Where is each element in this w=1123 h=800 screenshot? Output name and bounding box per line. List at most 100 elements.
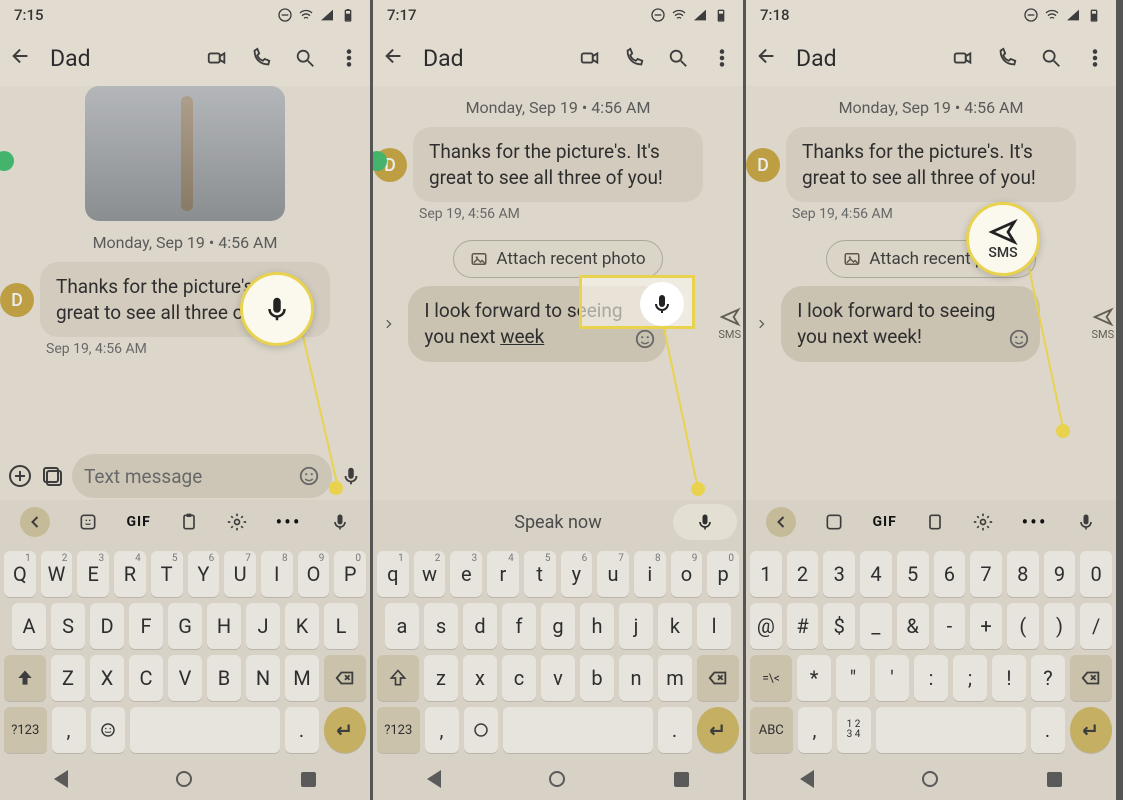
key-N[interactable]: N <box>246 655 280 701</box>
kbd-mic-icon[interactable] <box>1076 512 1096 532</box>
enter-key[interactable] <box>697 707 740 753</box>
gear-icon[interactable] <box>227 512 247 532</box>
key-;[interactable]: ; <box>953 655 987 701</box>
search-icon[interactable] <box>294 47 316 69</box>
key-?[interactable]: ? <box>1031 655 1065 701</box>
abc-key[interactable]: ABC <box>750 707 793 753</box>
key-O[interactable]: O9 <box>298 551 330 597</box>
clipboard-icon[interactable] <box>179 512 199 532</box>
key-E[interactable]: E3 <box>77 551 109 597</box>
key-c[interactable]: c <box>502 655 536 701</box>
key-C[interactable]: C <box>129 655 163 701</box>
sym-shift-key[interactable]: =\< <box>750 655 792 701</box>
key-3[interactable]: 3 <box>823 551 855 597</box>
comma-key[interactable]: , <box>425 707 459 753</box>
kbd-chevron-left[interactable] <box>766 507 796 537</box>
key--[interactable]: - <box>934 603 966 649</box>
collapse-chevron-icon[interactable] <box>381 313 396 335</box>
key-V[interactable]: V <box>168 655 202 701</box>
emoji-key[interactable] <box>91 707 125 753</box>
search-icon[interactable] <box>667 47 689 69</box>
more-icon[interactable] <box>338 47 360 69</box>
key-([interactable]: ( <box>1007 603 1039 649</box>
phone-icon[interactable] <box>250 47 272 69</box>
back-button[interactable] <box>756 45 778 71</box>
symbols-key[interactable]: ?123 <box>4 707 47 753</box>
key-T[interactable]: T5 <box>151 551 183 597</box>
send-sms-button[interactable]: SMS <box>716 306 743 341</box>
more-icon[interactable] <box>1084 47 1106 69</box>
received-image[interactable] <box>85 86 285 221</box>
backspace-key[interactable] <box>324 655 366 701</box>
collapse-chevron-icon[interactable] <box>754 313 769 335</box>
emoji-icon[interactable] <box>634 328 656 350</box>
nav-home[interactable] <box>176 771 192 787</box>
key-I[interactable]: I8 <box>261 551 293 597</box>
key-&[interactable]: & <box>897 603 929 649</box>
more-icon[interactable] <box>711 47 733 69</box>
emoji-icon[interactable] <box>1008 328 1030 350</box>
key-L[interactable]: L <box>324 603 358 649</box>
key-W[interactable]: W2 <box>41 551 73 597</box>
nav-home[interactable] <box>549 771 565 787</box>
key-s[interactable]: s <box>424 603 458 649</box>
key-y[interactable]: y6 <box>561 551 593 597</box>
key-#[interactable]: # <box>787 603 819 649</box>
nav-back[interactable] <box>427 770 441 788</box>
contact-name[interactable]: Dad <box>423 45 561 72</box>
compose-input[interactable]: Text message <box>72 454 332 498</box>
key-h[interactable]: h <box>580 603 614 649</box>
video-call-icon[interactable] <box>952 47 974 69</box>
clipboard-icon[interactable] <box>925 512 945 532</box>
period-key[interactable]: . <box>1031 707 1065 753</box>
key-o[interactable]: o9 <box>671 551 703 597</box>
key-A[interactable]: A <box>12 603 46 649</box>
sticker-icon[interactable] <box>78 512 98 532</box>
key-j[interactable]: j <box>619 603 653 649</box>
key-0[interactable]: 0 <box>1080 551 1112 597</box>
key-@[interactable]: @ <box>750 603 782 649</box>
sticker-icon[interactable] <box>824 512 844 532</box>
emoji-key[interactable] <box>464 707 498 753</box>
kbd-more[interactable]: ••• <box>1021 510 1047 534</box>
gallery-button[interactable] <box>40 464 64 488</box>
key-6[interactable]: 6 <box>934 551 966 597</box>
contact-name[interactable]: Dad <box>50 45 188 72</box>
kbd-mic-icon[interactable] <box>330 512 350 532</box>
key-X[interactable]: X <box>90 655 124 701</box>
key-F[interactable]: F <box>129 603 163 649</box>
key-Z[interactable]: Z <box>51 655 85 701</box>
contact-name[interactable]: Dad <box>796 45 934 72</box>
key-k[interactable]: k <box>658 603 692 649</box>
key-/[interactable]: / <box>1080 603 1112 649</box>
symbols-key[interactable]: ?123 <box>377 707 420 753</box>
key-H[interactable]: H <box>207 603 241 649</box>
keyboard[interactable]: GIF ••• 1234567890 @#$_&-+()/ =\< *"':;!… <box>746 500 1116 800</box>
gear-icon[interactable] <box>973 512 993 532</box>
compose-text-bubble[interactable]: I look forward to seeing you next week! <box>781 286 1040 361</box>
key-w[interactable]: w2 <box>414 551 446 597</box>
key-$[interactable]: $ <box>823 603 855 649</box>
keyboard[interactable]: GIF ••• Q1W2E3R4T5Y6U7I8O9P0 ASDFGHJKL Z… <box>0 500 370 800</box>
search-icon[interactable] <box>1040 47 1062 69</box>
backspace-key[interactable] <box>1070 655 1112 701</box>
key-l[interactable]: l <box>697 603 731 649</box>
key-r[interactable]: r4 <box>487 551 519 597</box>
period-key[interactable]: . <box>285 707 319 753</box>
key-2[interactable]: 2 <box>787 551 819 597</box>
key-u[interactable]: u7 <box>597 551 629 597</box>
key-"[interactable]: " <box>836 655 870 701</box>
nav-recent[interactable] <box>301 772 316 787</box>
voice-input-active[interactable] <box>673 504 737 540</box>
key-:[interactable]: : <box>914 655 948 701</box>
key-![interactable]: ! <box>992 655 1026 701</box>
key-e[interactable]: e3 <box>450 551 482 597</box>
enter-key[interactable] <box>324 707 367 753</box>
key-Q[interactable]: Q1 <box>4 551 36 597</box>
emoji-icon[interactable] <box>298 465 320 487</box>
key-i[interactable]: i8 <box>634 551 666 597</box>
key-B[interactable]: B <box>207 655 241 701</box>
key-K[interactable]: K <box>285 603 319 649</box>
kbd-chevron-left[interactable] <box>20 507 50 537</box>
key-J[interactable]: J <box>246 603 280 649</box>
